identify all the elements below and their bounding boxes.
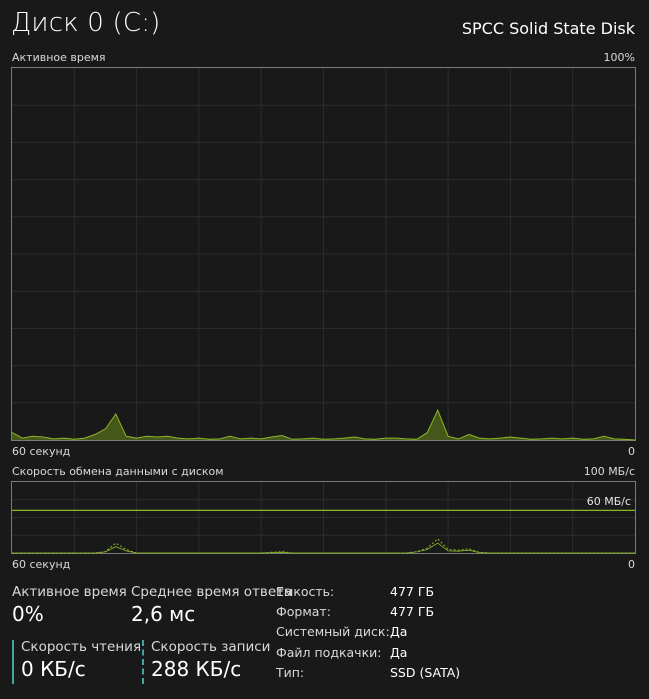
response-time-stat-label: Среднее время ответа	[131, 584, 293, 600]
prop-format-label: Формат:	[276, 604, 331, 619]
chart2-ref-label: 60 МБ/с	[586, 495, 631, 508]
write-speed-label: Скорость записи	[151, 639, 271, 655]
chart2-time-right: 0	[628, 558, 635, 571]
chart2-label: Скорость обмена данными с диском	[12, 465, 224, 478]
response-time-stat-value: 2,6 мс	[131, 602, 196, 626]
transfer-rate-chart-svg	[12, 482, 635, 554]
prop-format-value: 477 ГБ	[390, 604, 435, 619]
prop-system-disk-label: Системный диск:	[276, 624, 390, 639]
prop-capacity-value: 477 ГБ	[390, 584, 435, 599]
prop-system-disk-value: Да	[390, 624, 408, 639]
write-speed-accent	[142, 640, 144, 684]
prop-pagefile-label: Файл подкачки:	[276, 645, 382, 660]
transfer-rate-chart: 60 МБ/с	[11, 481, 636, 554]
page-title: Диск 0 (C:)	[11, 8, 161, 38]
prop-type-value: SSD (SATA)	[390, 665, 461, 680]
read-speed-value: 0 КБ/с	[21, 657, 86, 681]
read-speed-accent	[12, 640, 14, 684]
active-time-stat-value: 0%	[12, 602, 44, 626]
prop-capacity-label: Емкость:	[276, 584, 335, 599]
active-time-chart	[11, 67, 636, 441]
chart1-time-right: 0	[628, 445, 635, 458]
read-speed-label: Скорость чтения	[21, 639, 142, 655]
disk-model: SPCC Solid State Disk	[461, 19, 635, 38]
prop-pagefile-value: Да	[390, 645, 408, 660]
chart2-time-left: 60 секунд	[12, 558, 71, 571]
chart1-time-left: 60 секунд	[12, 445, 71, 458]
active-time-chart-svg	[12, 68, 636, 441]
write-speed-value: 288 КБ/с	[151, 657, 242, 681]
prop-type-label: Тип:	[276, 665, 305, 680]
chart1-max-label: 100%	[603, 51, 635, 64]
chart2-max-label: 100 МБ/с	[583, 465, 635, 478]
active-time-stat-label: Активное время	[12, 584, 127, 600]
chart1-label: Активное время	[12, 51, 106, 64]
